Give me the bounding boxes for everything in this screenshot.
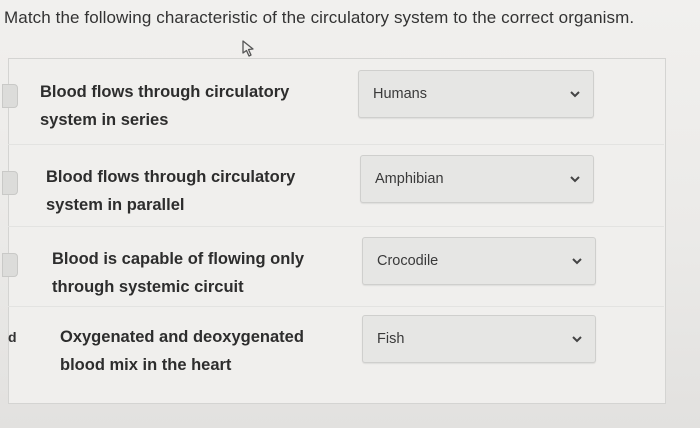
organism-select[interactable]: Crocodile xyxy=(362,237,596,285)
select-value: Crocodile xyxy=(377,253,439,269)
row-marker xyxy=(2,171,18,195)
characteristic-line: blood mix in the heart xyxy=(60,356,232,374)
match-row: Blood flows through circulatory system i… xyxy=(2,62,664,144)
match-row: d Oxygenated and deoxygenated blood mix … xyxy=(8,306,664,389)
chevron-down-icon xyxy=(572,258,582,265)
chevron-down-icon xyxy=(570,91,580,98)
organism-select[interactable]: Humans xyxy=(358,70,594,118)
row-marker xyxy=(2,84,18,108)
select-value: Humans xyxy=(373,86,427,102)
characteristic-line: Oxygenated and deoxygenated xyxy=(60,328,304,346)
match-row: Blood flows through circulatory system i… xyxy=(2,144,664,227)
characteristic-label: Blood flows through circulatory system i… xyxy=(46,163,336,219)
characteristic-line: system in series xyxy=(40,111,169,129)
select-value: Fish xyxy=(377,331,405,347)
row-marker-text: d xyxy=(8,329,17,345)
characteristic-line: Blood flows through circulatory xyxy=(46,168,296,186)
characteristic-line: through systemic circuit xyxy=(52,278,244,296)
characteristic-label: Oxygenated and deoxygenated blood mix in… xyxy=(60,323,350,379)
chevron-down-icon xyxy=(570,176,580,183)
organism-select[interactable]: Amphibian xyxy=(360,155,594,203)
question-text: Match the following characteristic of th… xyxy=(4,8,635,27)
chevron-down-icon xyxy=(572,336,582,343)
characteristic-line: Blood is capable of flowing only xyxy=(52,250,305,268)
match-row: Blood is capable of flowing only through… xyxy=(2,226,664,309)
organism-select[interactable]: Fish xyxy=(362,315,596,363)
mouse-cursor-icon xyxy=(242,40,254,57)
select-value: Amphibian xyxy=(375,171,444,187)
row-marker xyxy=(2,253,18,277)
characteristic-label: Blood is capable of flowing only through… xyxy=(52,245,342,301)
characteristic-line: system in parallel xyxy=(46,196,185,214)
characteristic-line: Blood flows through circulatory xyxy=(40,83,290,101)
characteristic-label: Blood flows through circulatory system i… xyxy=(40,78,330,134)
